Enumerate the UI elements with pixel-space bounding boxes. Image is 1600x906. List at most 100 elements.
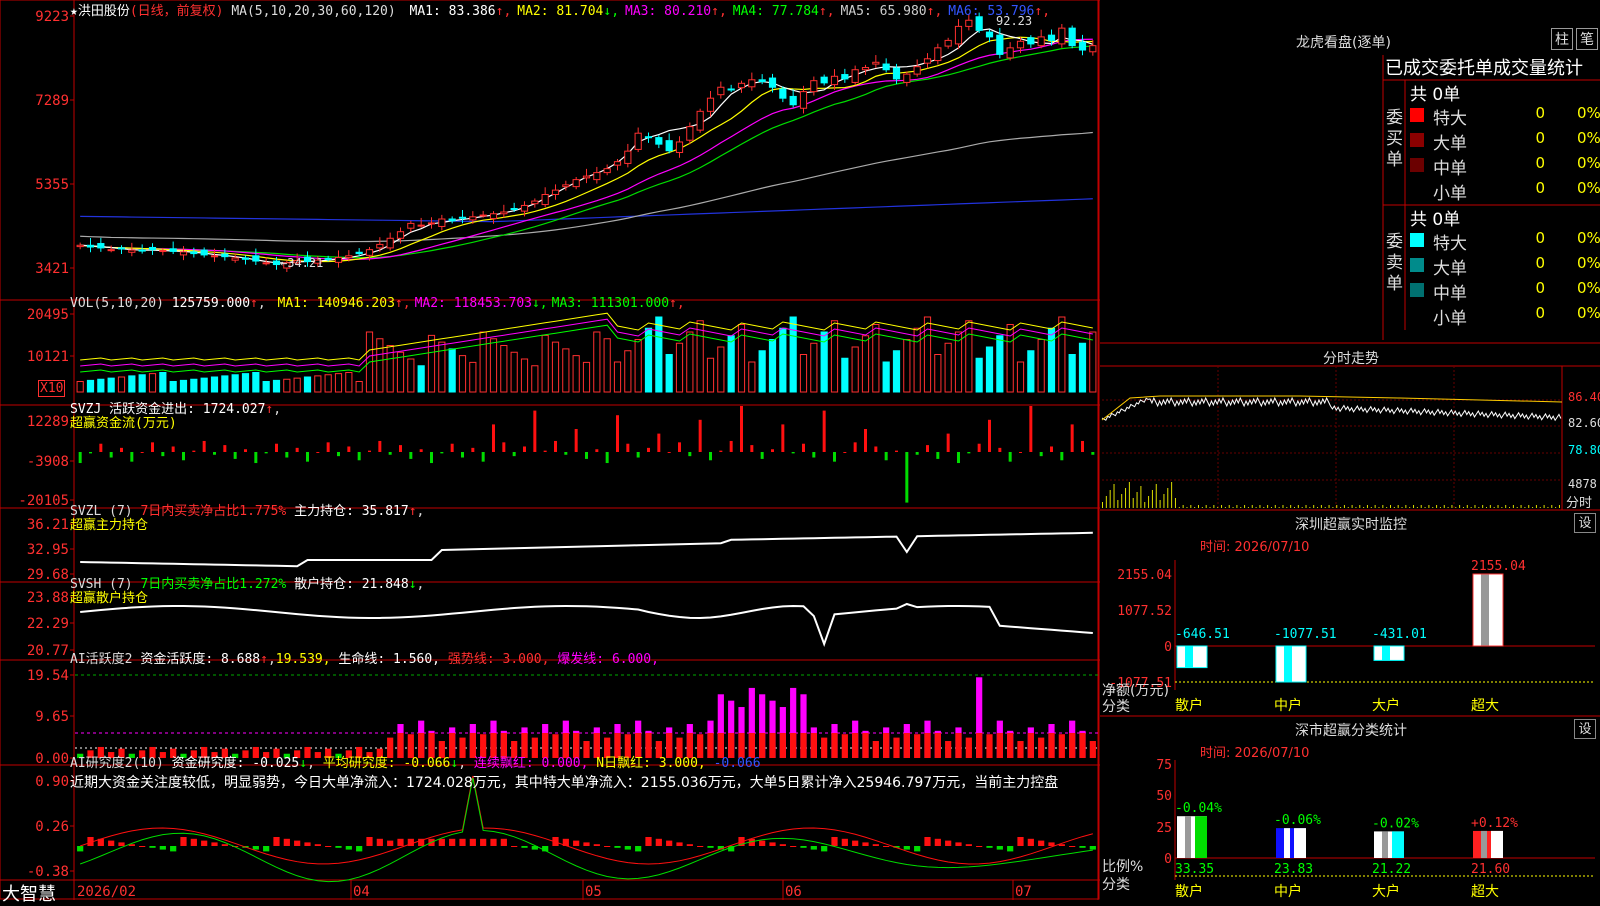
color-swatch [1410,108,1424,122]
ma2-line [80,36,1093,263]
color-swatch [1410,308,1424,322]
svzj-bar [1008,452,1012,462]
intraday-vol-bar [1263,507,1265,508]
intraday-vol-bar [1359,505,1361,508]
vol-bar [272,379,281,393]
candle-body [1047,34,1056,41]
vol-bar [293,377,301,393]
ai-active-bar [986,734,993,758]
intraday-vol-tick: 4878 [1568,477,1597,491]
candle-body [551,189,560,195]
vol-bar [396,351,405,393]
pen-toggle-button[interactable]: 笔 [1576,28,1598,50]
intraday-vol-bar [1217,507,1219,508]
svzj-bar [1070,424,1074,452]
ai-research-bar [573,840,580,846]
ai-active-bar-base [810,733,817,758]
ai-research-bar [645,837,652,846]
svzj-bar [192,450,196,452]
ai-research-bar [500,838,507,846]
realtime-settings-button[interactable]: 设 [1574,513,1596,533]
period-label[interactable]: (日线，前复权) [130,4,224,19]
svsh-line [80,602,1093,647]
candle [438,214,446,231]
vol-bar [934,354,942,393]
intraday-vol-bar [1443,505,1445,508]
vol-bar [861,335,870,393]
ai-active-bar [841,734,848,758]
row-label: 特大 [1433,234,1467,254]
classify-settings-button[interactable]: 设 [1574,719,1596,739]
intraday-vol-bar [1240,507,1242,508]
svzj-bar [574,429,578,452]
vol-bar [1027,350,1035,393]
vol-ma1-line [80,312,1093,361]
candle [830,69,839,90]
intraday-vol-bar [1255,507,1257,508]
intraday-vol-bar [1144,502,1146,508]
candle [799,85,808,114]
candle-body [531,200,539,205]
candle-body [148,246,157,251]
candle [872,55,880,68]
intraday-vol-bar [1228,505,1230,508]
bar-toggle-button[interactable]: 柱 [1551,28,1573,50]
intraday-vol-bar [1151,490,1153,508]
classify-category-label: 中户 [1274,883,1302,900]
candle-body [479,214,487,217]
candle-body [396,231,405,239]
row-count: 0 [1535,104,1545,122]
intraday-vol-bar [1148,496,1150,508]
intraday-vol-bar [1320,505,1322,508]
ai-research-bar [945,840,952,846]
vol-bar [510,351,518,393]
candle-body [97,243,105,249]
candle-body [934,47,942,62]
ai-active-bar [914,734,921,758]
classify-bar-stripe [1392,831,1404,858]
ai-research-bar [397,838,404,846]
candle-body [334,257,343,263]
vol-bar [376,338,384,393]
candle-body [923,58,932,64]
candle-body [634,132,642,150]
intraday-vol-bar [1297,505,1299,508]
candle-body [996,34,1004,55]
intraday-vol-bar [1136,492,1138,508]
realtime-bar-label: -646.51 [1175,627,1230,642]
ai-research-bar [903,846,910,850]
vol-bar [758,350,766,393]
vol-bar [830,320,839,393]
svzj-bar [109,452,113,458]
svzj-bar [812,452,816,458]
vol-bar [469,361,477,393]
favorite-star-icon[interactable]: ★ [70,4,78,19]
candle-body [675,141,684,153]
candle [427,217,436,229]
svzj-bar [688,452,692,457]
svzj-bar [709,452,712,461]
candle-body [417,224,425,227]
x-axis-label: 06 [785,884,802,900]
classify-y-tick: 50 [1156,789,1172,804]
intraday-vol-bar [1436,505,1438,508]
ai-research-bar [118,842,125,846]
candle-body [1058,27,1066,45]
intraday-vol-bar [1282,505,1284,508]
ai-research-bar [769,842,776,846]
svzj-bar [161,452,165,457]
candle-body [779,88,787,99]
ai-research-bar [883,846,890,847]
ai-research-bar [314,844,321,846]
vol-bar [655,316,663,393]
y-tick-label: 20.77 [27,643,69,659]
candle-body [489,213,498,220]
ai-research-avg-line [79,777,1093,883]
candle-body [841,74,849,80]
candle [86,238,95,253]
vol-ma-value-3: MA3: 111301.000 [551,296,670,311]
svzj-bar [729,440,733,452]
intraday-vol-bar [1462,507,1464,508]
vol-ma-arrow: ↓, [531,296,548,311]
candle-body [1068,27,1076,47]
